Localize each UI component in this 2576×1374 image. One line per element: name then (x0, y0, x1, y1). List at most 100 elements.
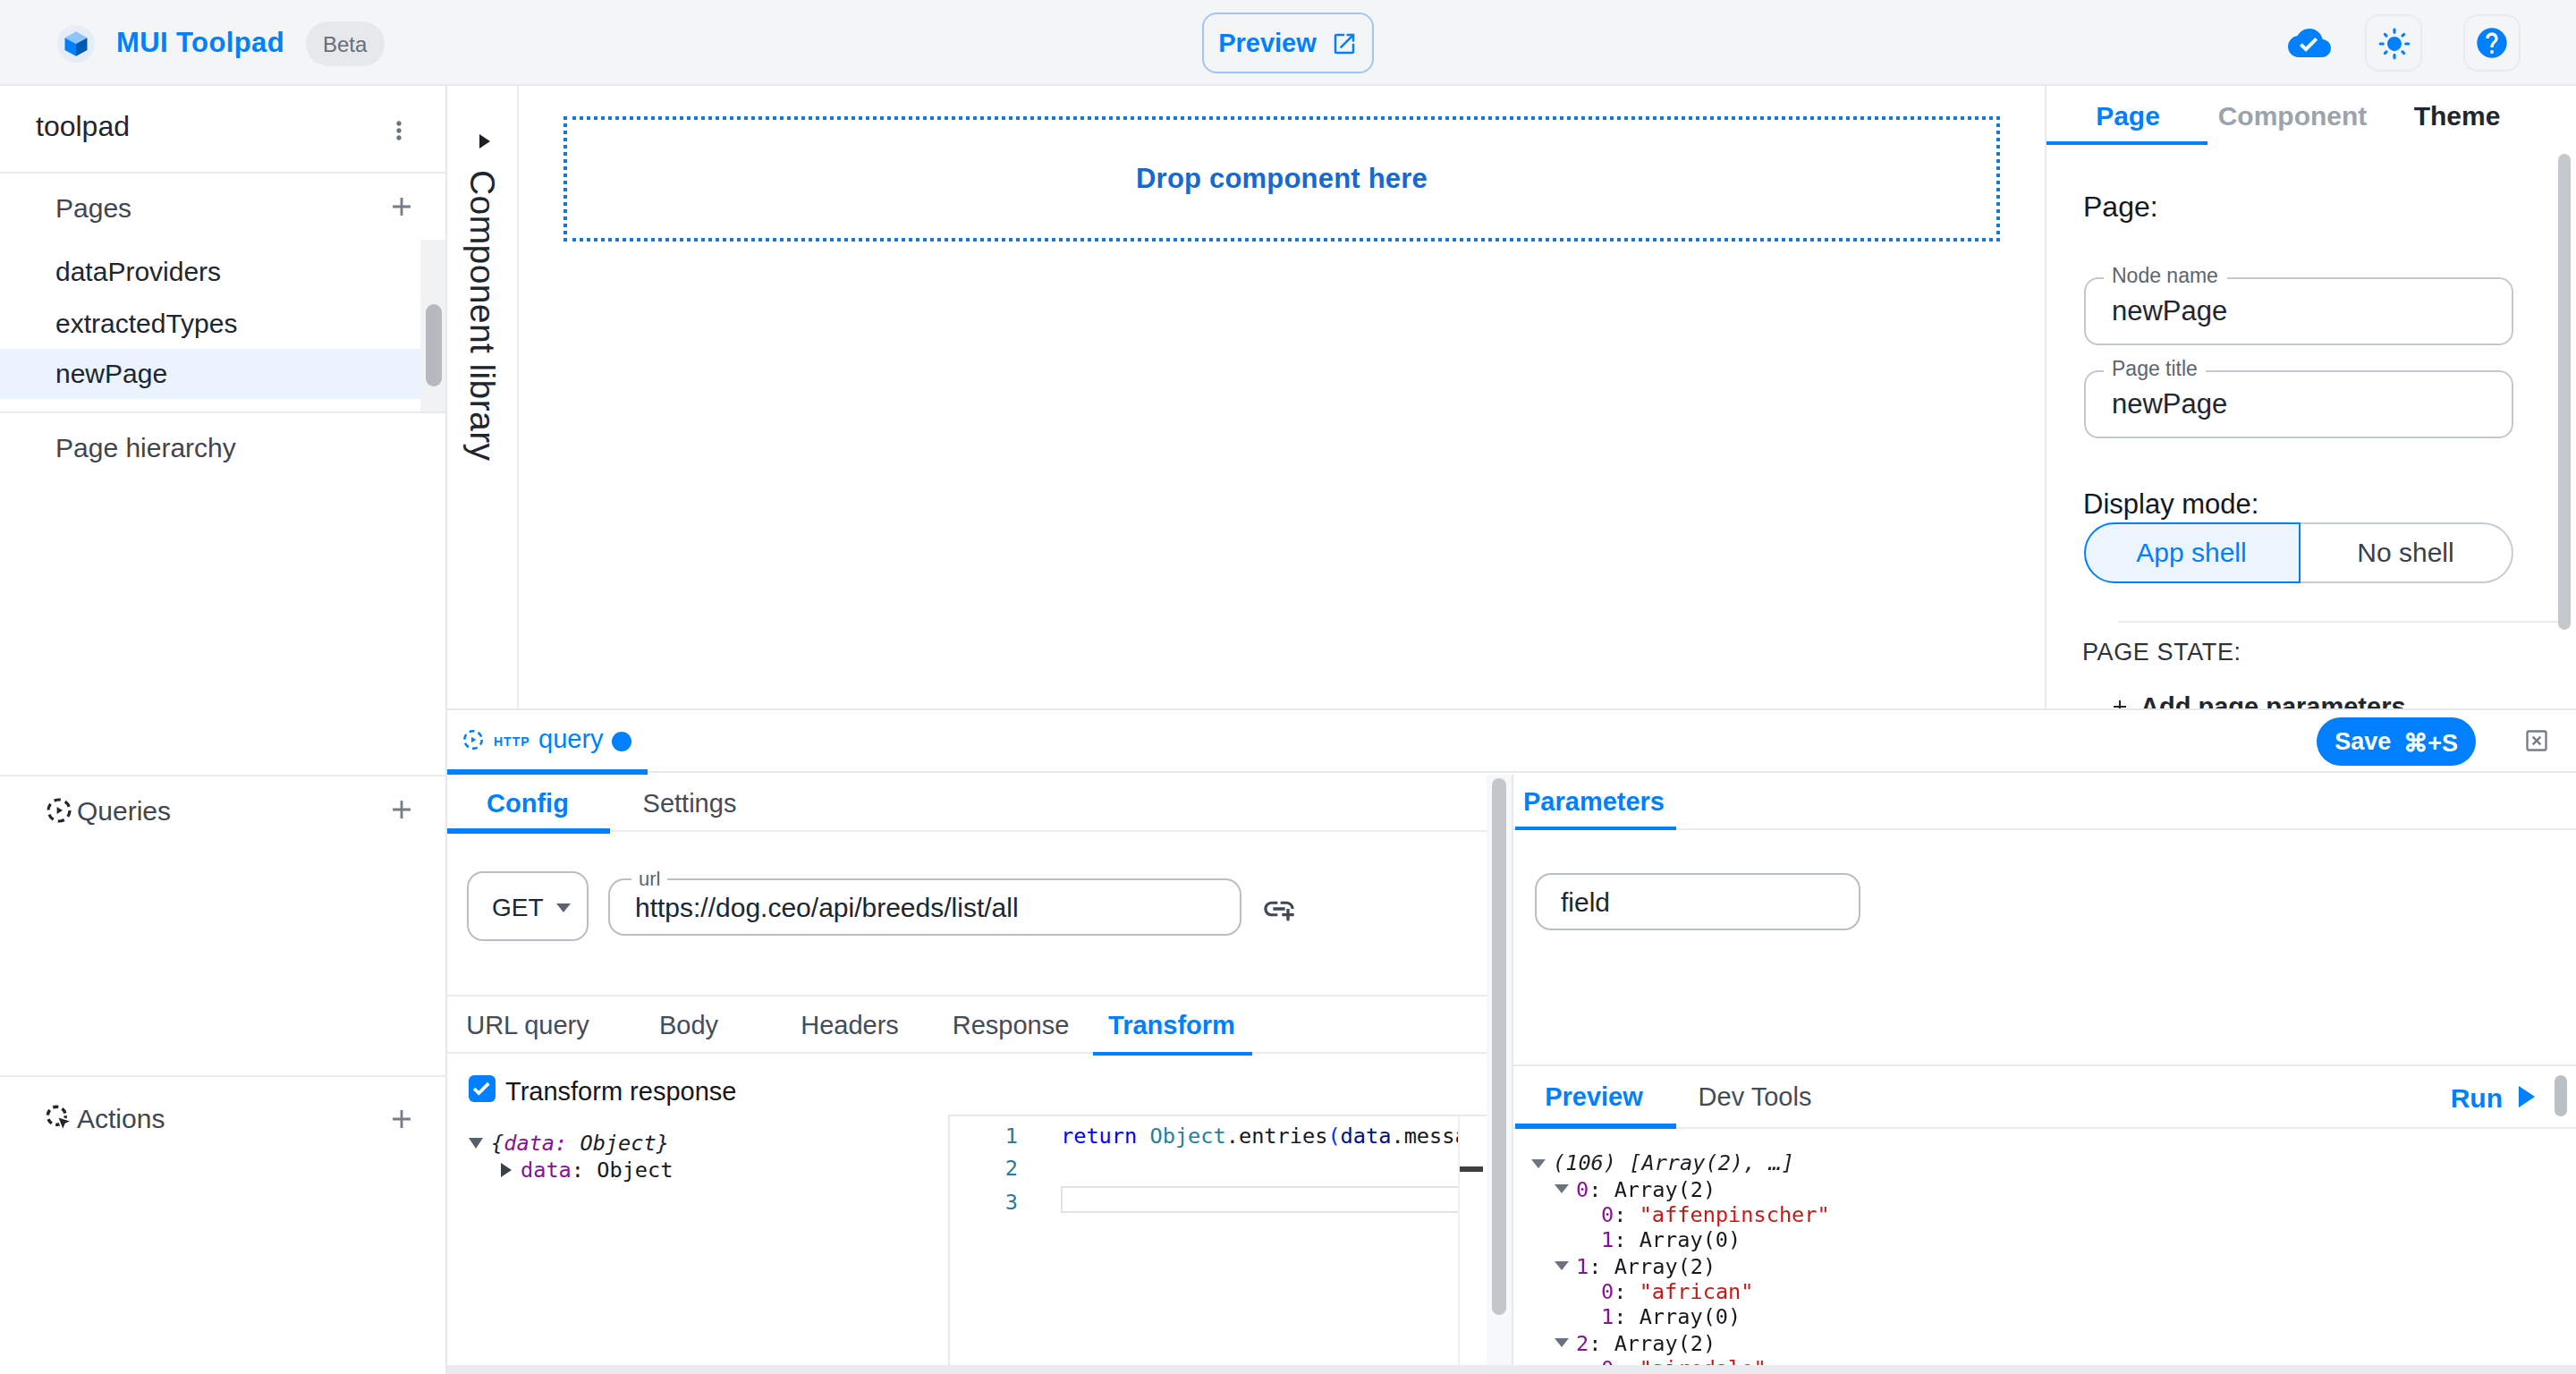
config-tabs: ConfigSettings (447, 774, 1486, 831)
preview-button[interactable]: Preview (1202, 13, 1374, 73)
link-binding-button[interactable] (1257, 886, 1300, 929)
app: MUI Toolpad Beta Preview (0, 0, 2576, 1374)
subtab-url-query[interactable]: URL query (447, 997, 608, 1054)
collapse-icon[interactable] (1531, 1158, 1546, 1167)
run-button[interactable]: Run (2451, 1068, 2535, 1126)
tab-parameters[interactable]: Parameters (1513, 774, 1674, 828)
token: 2 (1576, 1330, 1589, 1355)
editor-overview-ruler (1458, 1116, 1486, 1366)
method-select[interactable]: GET (467, 871, 589, 941)
config-tab-settings[interactable]: Settings (609, 774, 770, 831)
cloud-done-icon (2288, 21, 2331, 64)
drop-zone-label: Drop component here (1136, 163, 1428, 195)
token: : Object (572, 1157, 674, 1182)
toggle-app-shell[interactable]: App shell (2083, 522, 2300, 583)
node-name-label: Node name (2103, 267, 2227, 286)
toolpad-logo[interactable] (57, 25, 95, 63)
parameter-field[interactable]: field (1534, 873, 1860, 929)
sidebar-page-item[interactable]: newPage (0, 348, 420, 399)
open-in-new-icon (1331, 30, 1358, 56)
token: 1 (1576, 1253, 1589, 1278)
page-title-field[interactable]: Page title newPage (2083, 370, 2513, 438)
subtab-body[interactable]: Body (608, 997, 769, 1054)
result-tree-row[interactable]: 1: Array(0) (1531, 1304, 1830, 1330)
plus-icon (386, 1103, 416, 1133)
cloud-saved-button[interactable] (2281, 14, 2338, 72)
collapse-icon[interactable] (468, 1137, 482, 1148)
transform-response-label: Transform response (505, 1076, 736, 1105)
token: : Array(2) (1589, 1176, 1716, 1201)
token: data (1341, 1123, 1392, 1148)
token: : (1614, 1202, 1639, 1227)
inspector-tab-page[interactable]: Page (2046, 86, 2210, 145)
editor-line-number: 1 (949, 1119, 1018, 1152)
result-tree-row[interactable]: 2: Array(2) (1531, 1330, 1830, 1356)
result-tree-row[interactable]: 0: "affenpinscher" (1531, 1201, 1830, 1227)
pages-list: dataProvidersextractedTypesnewPage (0, 240, 420, 412)
collapse-icon[interactable] (1555, 1184, 1569, 1193)
transform-response-checkbox[interactable] (468, 1074, 495, 1101)
component-library-label: Component library (462, 170, 503, 461)
pages-scrollbar-thumb[interactable] (425, 304, 441, 386)
page-hierarchy-row[interactable]: Page hierarchy (0, 413, 445, 479)
dock-horizontal-scrollbar[interactable] (447, 1364, 2576, 1374)
divider (0, 1075, 447, 1077)
component-library-strip[interactable]: Component library (447, 86, 519, 708)
subtab-transform[interactable]: Transform (1091, 997, 1252, 1054)
theme-toggle-button[interactable] (2365, 14, 2422, 72)
collapse-icon[interactable] (1555, 1261, 1569, 1270)
tree-row[interactable]: {data: Object} (447, 1129, 674, 1156)
collapse-icon[interactable] (1555, 1338, 1569, 1347)
page-title-value: newPage (2112, 388, 2227, 420)
query-name-label: query (538, 725, 604, 753)
result-tree-row[interactable]: 1: Array(2) (1531, 1253, 1830, 1279)
help-button[interactable] (2463, 14, 2521, 72)
preview-scrollbar-thumb[interactable] (2554, 1074, 2566, 1115)
help-icon (2474, 25, 2510, 61)
save-button[interactable]: Save ⌘+S (2317, 717, 2476, 766)
code-editor[interactable]: 123 return Object.entries(data.message (947, 1115, 1486, 1366)
parameters-tabs: Parameters (1513, 774, 2576, 830)
result-tree-row[interactable]: 0: "african" (1531, 1278, 1830, 1304)
config-pane-scrollbar[interactable] (1486, 774, 1512, 1366)
preview-tab-preview[interactable]: Preview (1513, 1068, 1674, 1126)
play-icon (2519, 1087, 2535, 1108)
sidebar-page-item[interactable]: dataProviders (0, 246, 420, 297)
close-panel-button[interactable] (2523, 728, 2548, 753)
inspector-tab-component[interactable]: Component (2210, 86, 2375, 145)
page-state-label: PAGE STATE: (2082, 638, 2241, 665)
method-value: GET (492, 892, 544, 920)
add-query-button[interactable] (381, 790, 420, 829)
url-label: url (631, 869, 667, 887)
url-field[interactable]: url https://dog.ceo/api/breeds/list/all (608, 878, 1241, 935)
inspector-tabs: PageComponentTheme (2046, 86, 2576, 145)
toggle-no-shell[interactable]: No shell (2300, 522, 2513, 583)
inspector-tab-theme[interactable]: Theme (2375, 86, 2539, 145)
app-menu-button[interactable] (377, 109, 420, 152)
expand-icon[interactable] (501, 1162, 512, 1176)
subtab-headers[interactable]: Headers (769, 997, 930, 1054)
query-tab[interactable]: HTTP query (447, 710, 648, 772)
result-tree-row[interactable]: (106) [Array(2), …] (1531, 1150, 1830, 1176)
app-title: MUI Toolpad (116, 27, 284, 59)
preview-tab-dev-tools[interactable]: Dev Tools (1674, 1068, 1835, 1126)
sidebar-page-item[interactable]: extractedTypes (0, 297, 420, 348)
subtab-response[interactable]: Response (930, 997, 1091, 1054)
result-tree-row[interactable]: 0: Array(2) (1531, 1176, 1830, 1202)
node-name-field[interactable]: Node name newPage (2083, 277, 2513, 345)
node-name-value: newPage (2112, 295, 2227, 327)
config-tab-config[interactable]: Config (447, 774, 608, 831)
parameters-tab-indicator (1514, 826, 1675, 830)
add-page-button[interactable] (381, 187, 420, 226)
page-title-label: Page title (2103, 360, 2207, 379)
inspector-scrollbar-thumb[interactable] (2557, 154, 2570, 630)
tree-row[interactable]: data: Object (447, 1156, 674, 1183)
result-tree-row[interactable]: 1: Array(0) (1531, 1227, 1830, 1253)
drop-zone[interactable]: Drop component here (564, 116, 2000, 242)
more-vert-icon (385, 116, 413, 145)
config-pane-scrollbar-thumb[interactable] (1491, 777, 1506, 1314)
add-action-button[interactable] (381, 1098, 420, 1138)
token: 0 (1601, 1279, 1614, 1304)
divider (2117, 620, 2559, 622)
add-page-parameters-button[interactable]: Add page parameters (2108, 692, 2406, 708)
